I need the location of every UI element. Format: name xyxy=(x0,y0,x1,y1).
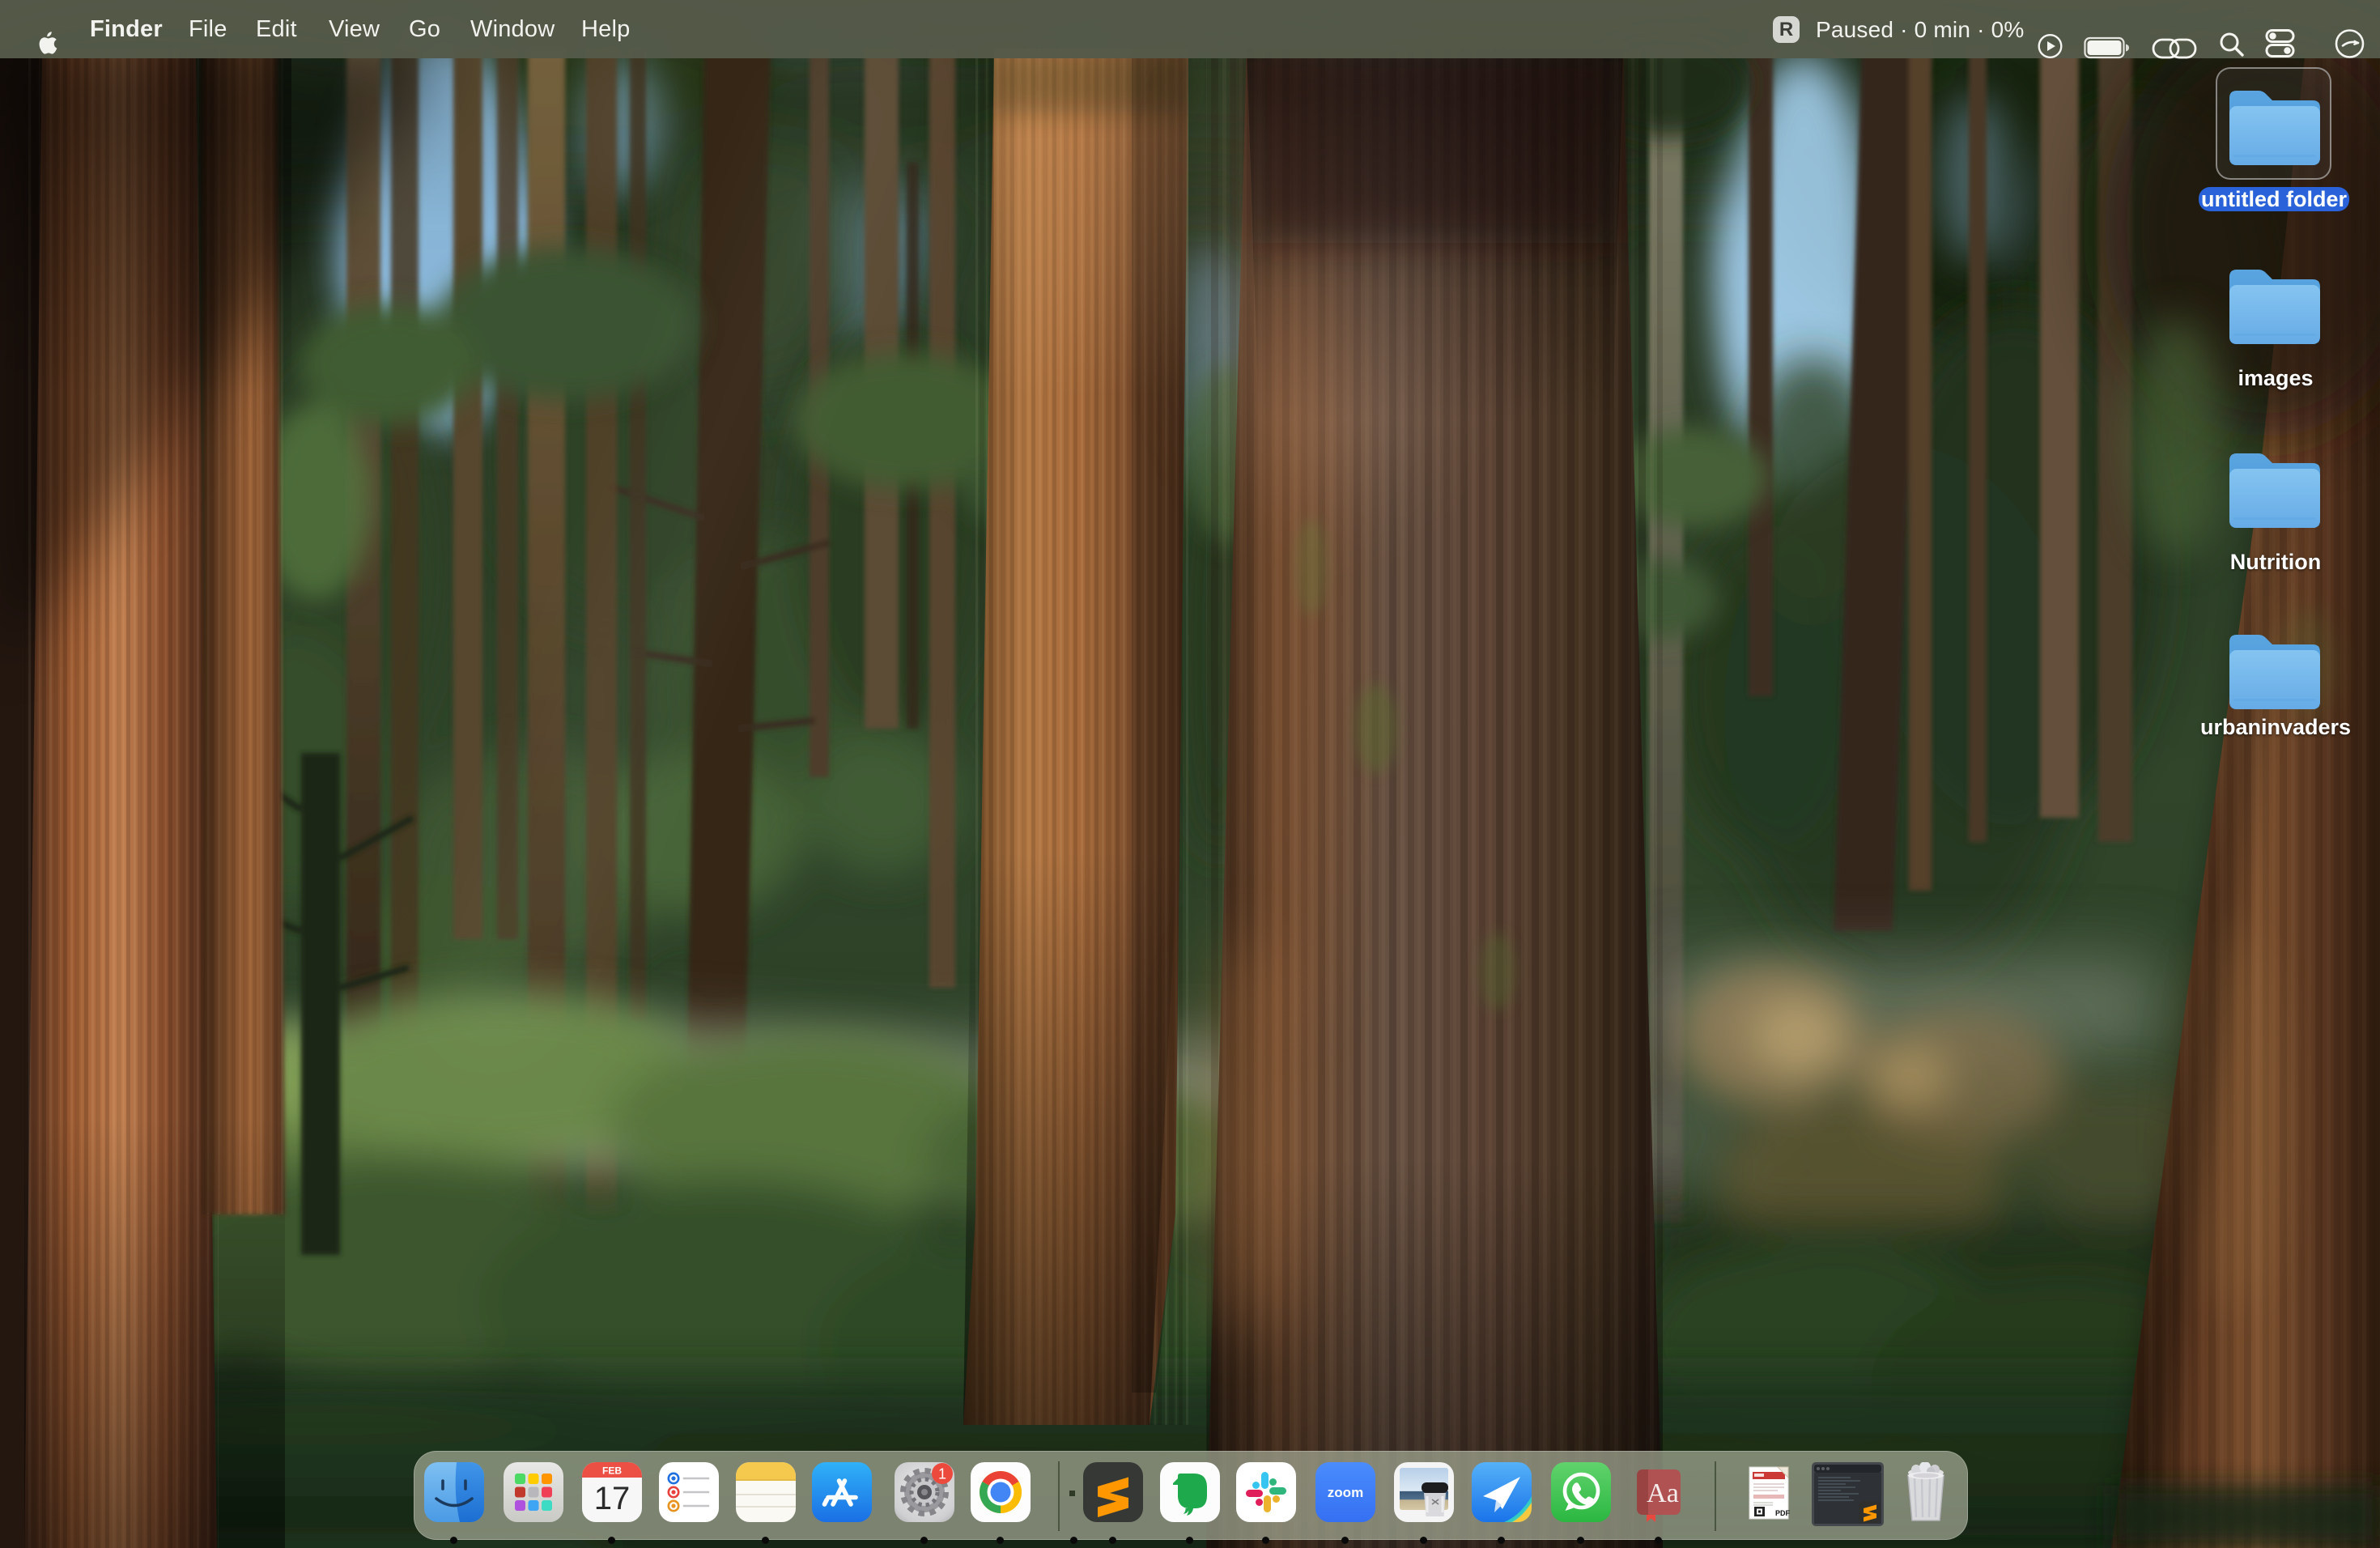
svg-text:17: 17 xyxy=(594,1481,631,1516)
svg-text:FEB: FEB xyxy=(602,1465,622,1477)
svg-text:Aa: Aa xyxy=(1647,1478,1679,1508)
svg-text:PDF: PDF xyxy=(1775,1509,1791,1517)
svg-text:1: 1 xyxy=(938,1466,946,1482)
svg-text:zoom: zoom xyxy=(1328,1485,1363,1500)
